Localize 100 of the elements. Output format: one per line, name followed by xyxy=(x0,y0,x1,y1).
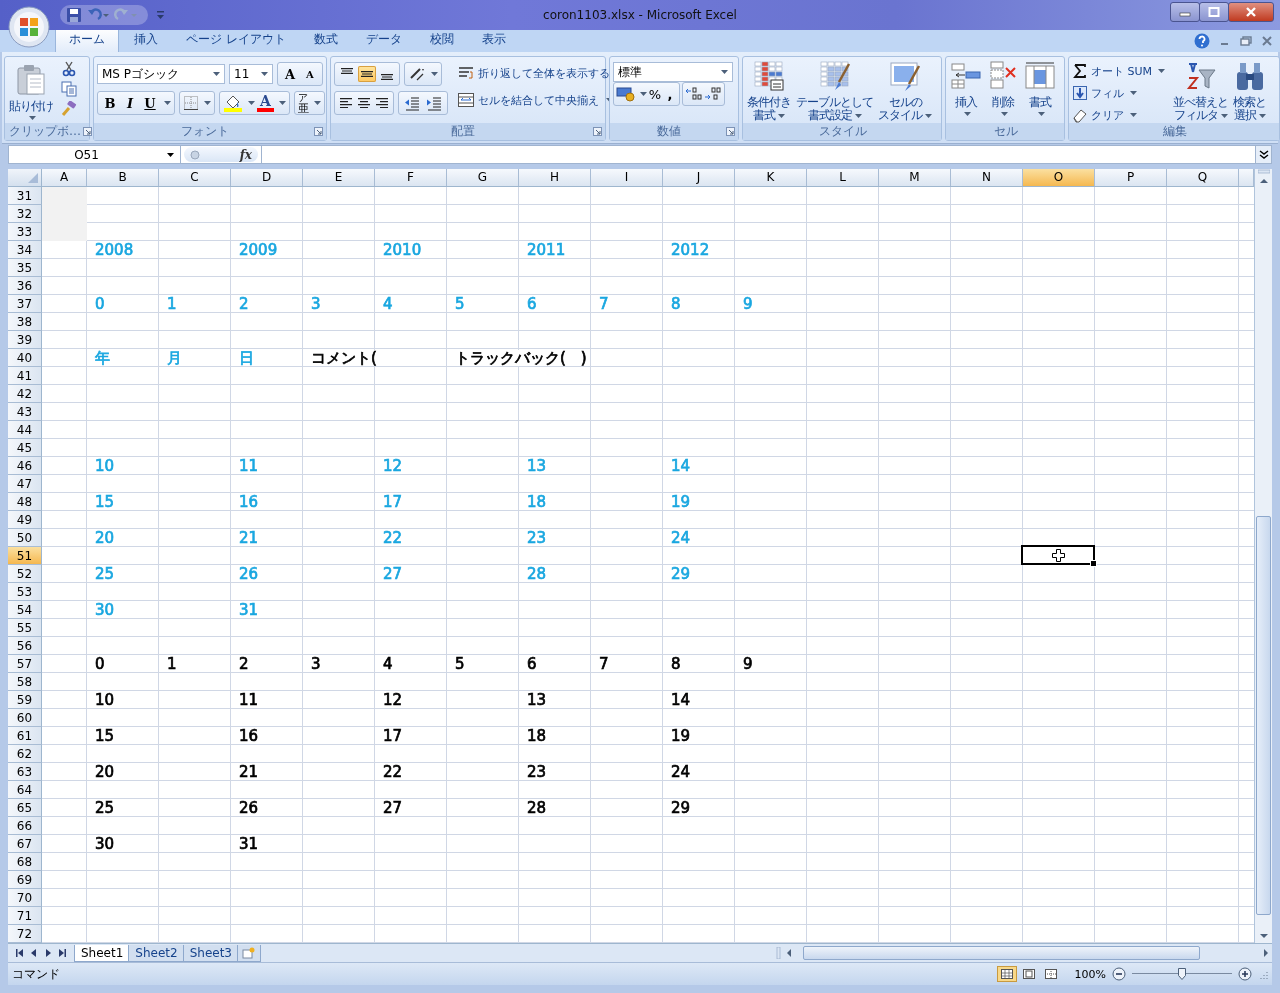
row-header[interactable]: 35 xyxy=(8,259,42,277)
row-header[interactable]: 45 xyxy=(8,439,42,457)
view-button[interactable] xyxy=(996,966,1017,982)
row-header[interactable]: 48 xyxy=(8,493,42,511)
shrink-font-button[interactable]: A xyxy=(301,68,319,80)
row-header[interactable]: 46 xyxy=(8,457,42,475)
last-sheet-icon[interactable] xyxy=(56,948,68,958)
align-lines-icon[interactable] xyxy=(358,98,370,108)
text-orientation-icon[interactable] xyxy=(408,66,426,82)
bold-button[interactable]: B xyxy=(101,95,119,111)
row-header[interactable]: 39 xyxy=(8,331,42,349)
ribbon-button[interactable]: 挿入 xyxy=(949,59,983,120)
row-header[interactable]: 68 xyxy=(8,853,42,871)
row-header[interactable]: 70 xyxy=(8,889,42,907)
dialog-launcher-icon[interactable] xyxy=(726,127,735,136)
fill-color-icon[interactable] xyxy=(223,94,243,112)
underline-button[interactable]: U xyxy=(141,95,159,111)
ribbon-tab[interactable]: ページ レイアウト xyxy=(173,28,299,52)
decrease-decimal-icon[interactable] xyxy=(704,86,722,102)
row-header[interactable]: 58 xyxy=(8,673,42,691)
ribbon-button[interactable]: クリア xyxy=(1072,105,1166,125)
column-header[interactable]: D xyxy=(231,169,303,186)
row-header[interactable]: 44 xyxy=(8,421,42,439)
column-header[interactable]: M xyxy=(879,169,951,186)
ribbon-button[interactable]: 並べ替えと フィルタ xyxy=(1172,59,1230,123)
row-header[interactable]: 61 xyxy=(8,727,42,745)
row-header[interactable]: 32 xyxy=(8,205,42,223)
row-header[interactable]: 60 xyxy=(8,709,42,727)
dialog-launcher-icon[interactable] xyxy=(83,127,92,136)
scroll-thumb[interactable] xyxy=(1256,516,1271,915)
ribbon-tab[interactable]: 挿入 xyxy=(121,28,171,52)
align-lines-icon[interactable] xyxy=(376,98,388,108)
row-header[interactable]: 42 xyxy=(8,385,42,403)
number-format-combo[interactable]: 標準 xyxy=(613,62,733,82)
font-size-combo[interactable]: 11 xyxy=(229,64,273,84)
scroll-thumb[interactable] xyxy=(803,946,1200,960)
row-header[interactable]: 55 xyxy=(8,619,42,637)
sheet-tab[interactable]: Sheet1 xyxy=(74,944,131,962)
ribbon-tab[interactable]: 表示 xyxy=(468,28,519,52)
currency-icon[interactable] xyxy=(616,86,636,102)
scissors-icon[interactable] xyxy=(61,61,77,77)
column-header[interactable]: O xyxy=(1023,169,1095,186)
font-name-combo[interactable]: MS Pゴシック xyxy=(97,64,225,84)
ribbon-button[interactable]: 書式 xyxy=(1023,59,1057,120)
sheet-tab[interactable]: Sheet3 xyxy=(182,944,239,962)
borders-icon[interactable] xyxy=(183,95,199,111)
phonetic-button[interactable]: ア 亜 xyxy=(297,92,309,114)
row-header[interactable]: 59 xyxy=(8,691,42,709)
row-header[interactable]: 37 xyxy=(8,295,42,313)
row-header[interactable]: 36 xyxy=(8,277,42,295)
close-button[interactable] xyxy=(1228,2,1274,22)
zoom-out-icon[interactable] xyxy=(1112,967,1126,981)
increase-indent-icon[interactable] xyxy=(426,95,442,111)
restore-icon[interactable] xyxy=(1240,36,1252,46)
row-header[interactable]: 69 xyxy=(8,871,42,889)
ribbon-button[interactable]: テーブルとして 書式設定 xyxy=(795,59,874,123)
row-header[interactable]: 40 xyxy=(8,349,42,367)
row-header[interactable]: 72 xyxy=(8,925,42,943)
percent-button[interactable]: % xyxy=(648,86,662,102)
expand-button[interactable] xyxy=(1255,146,1271,163)
ribbon-button[interactable]: オート SUM xyxy=(1072,61,1166,81)
maximize-button[interactable] xyxy=(1199,2,1229,22)
zoom-in-icon[interactable] xyxy=(1238,967,1252,981)
increase-decimal-icon[interactable] xyxy=(685,86,703,102)
row-header[interactable]: 43 xyxy=(8,403,42,421)
row-header[interactable]: 47 xyxy=(8,475,42,493)
ribbon-button[interactable]: 削除 xyxy=(986,59,1020,120)
row-header[interactable]: 51 xyxy=(8,547,42,565)
row-header[interactable]: 34 xyxy=(8,241,42,259)
minimize-button[interactable] xyxy=(1170,2,1200,22)
column-header[interactable]: G xyxy=(447,169,519,186)
decrease-indent-icon[interactable] xyxy=(404,95,420,111)
column-header[interactable]: L xyxy=(807,169,879,186)
row-header[interactable]: 67 xyxy=(8,835,42,853)
ribbon-button[interactable]: 条件付き 書式 xyxy=(746,59,792,123)
name-box[interactable]: O51 xyxy=(9,146,181,163)
row-header[interactable]: 65 xyxy=(8,799,42,817)
save-icon[interactable] xyxy=(66,7,82,23)
column-header[interactable]: E xyxy=(303,169,375,186)
zoom-level[interactable]: 100% xyxy=(1074,967,1106,981)
column-header[interactable]: F xyxy=(375,169,447,186)
copy-icon[interactable] xyxy=(61,81,77,97)
row-header[interactable]: 50 xyxy=(8,529,42,547)
grow-font-button[interactable]: A xyxy=(281,66,299,82)
column-header[interactable]: P xyxy=(1095,169,1167,186)
selected-cell[interactable] xyxy=(1021,545,1095,565)
column-header[interactable]: A xyxy=(42,169,87,186)
column-header[interactable]: H xyxy=(519,169,591,186)
vertical-align-button[interactable] xyxy=(358,66,376,82)
comma-button[interactable]: , xyxy=(663,86,677,102)
format-painter-icon[interactable] xyxy=(61,101,77,117)
ribbon-button[interactable]: フィル xyxy=(1072,83,1166,103)
ribbon-tab[interactable]: 数式 xyxy=(300,28,351,52)
row-header[interactable]: 53 xyxy=(8,583,42,601)
row-header[interactable]: 71 xyxy=(8,907,42,925)
row-header[interactable]: 63 xyxy=(8,763,42,781)
wrap-text-button[interactable]: 折り返して全体を表示する xyxy=(458,62,613,84)
column-header[interactable]: Q xyxy=(1167,169,1239,186)
help-icon[interactable] xyxy=(1194,33,1210,49)
dialog-launcher-icon[interactable] xyxy=(593,127,602,136)
